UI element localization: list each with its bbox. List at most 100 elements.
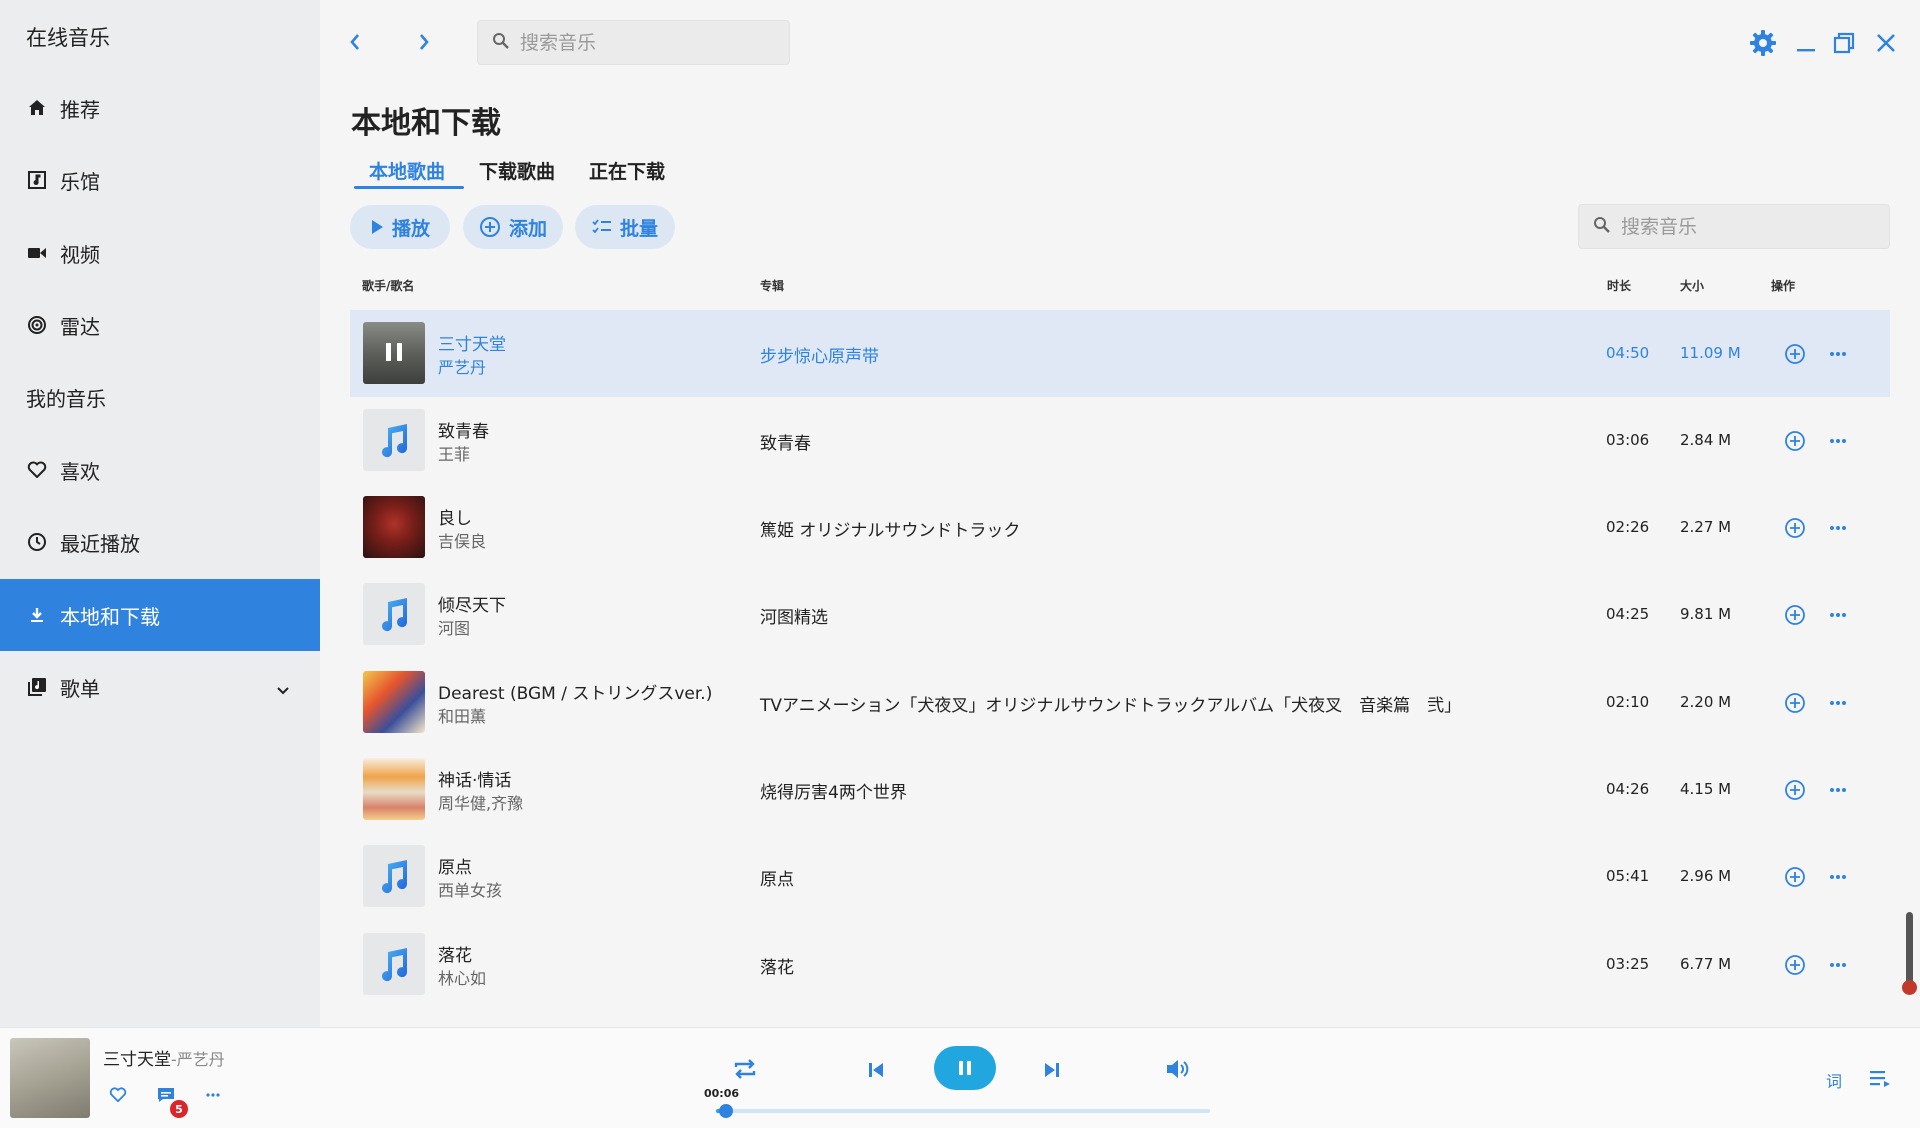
more-options-icon[interactable] bbox=[1828, 784, 1848, 796]
close-icon[interactable] bbox=[1871, 28, 1901, 58]
song-album[interactable]: 落花 bbox=[760, 953, 794, 978]
tab-downloaded-songs[interactable]: 下载歌曲 bbox=[479, 157, 555, 184]
song-artist[interactable]: 西单女孩 bbox=[438, 877, 502, 901]
song-title[interactable]: 三寸天堂 bbox=[438, 330, 506, 355]
more-options-icon[interactable] bbox=[1828, 959, 1848, 971]
song-artist[interactable]: 林心如 bbox=[438, 965, 486, 989]
repeat-icon[interactable] bbox=[730, 1056, 760, 1082]
table-row[interactable]: 原点 西单女孩 原点 05:41 2.96 M bbox=[350, 833, 1890, 920]
song-size: 2.84 M bbox=[1680, 431, 1732, 449]
song-title[interactable]: 致青春 bbox=[438, 417, 489, 442]
table-row[interactable]: 良し 吉俣良 篤姫 オリジナルサウンドトラック 02:26 2.27 M bbox=[350, 484, 1890, 571]
sidebar-item-recommend[interactable]: 推荐 bbox=[0, 72, 320, 144]
add-to-playlist-icon[interactable] bbox=[1784, 692, 1806, 714]
pause-button[interactable] bbox=[934, 1046, 996, 1090]
sidebar-item-local-downloads[interactable]: 本地和下载 bbox=[0, 579, 320, 651]
sidebar-item-playlists[interactable]: 歌单 bbox=[0, 651, 320, 723]
now-playing-text[interactable]: 三寸天堂-严艺丹 bbox=[103, 1045, 225, 1070]
settings-gear-icon[interactable] bbox=[1748, 28, 1778, 58]
play-all-label: 播放 bbox=[391, 217, 430, 240]
scrollbar-knob[interactable] bbox=[1902, 980, 1917, 995]
more-options-icon[interactable] bbox=[1828, 697, 1848, 709]
song-album[interactable]: 致青春 bbox=[760, 429, 811, 454]
table-row[interactable]: 倾尽天下 河图 河图精选 04:25 9.81 M bbox=[350, 571, 1890, 658]
song-duration: 03:25 bbox=[1606, 955, 1650, 973]
volume-icon[interactable] bbox=[1164, 1056, 1192, 1082]
pause-overlay-icon[interactable] bbox=[363, 322, 425, 384]
video-camera-icon bbox=[26, 242, 48, 264]
now-playing-cover[interactable] bbox=[10, 1038, 90, 1118]
more-options-icon[interactable] bbox=[1828, 348, 1848, 360]
table-row[interactable]: 神话·情话 周华健,齐豫 烧得厉害4两个世界 04:26 4.15 M bbox=[350, 746, 1890, 833]
table-row[interactable]: 致青春 王菲 致青春 03:06 2.84 M bbox=[350, 397, 1890, 484]
song-title[interactable]: 神话·情话 bbox=[438, 766, 511, 791]
more-options-icon[interactable] bbox=[1828, 435, 1848, 447]
song-album[interactable]: 河图精选 bbox=[760, 603, 828, 628]
tab-local-songs[interactable]: 本地歌曲 bbox=[369, 157, 445, 184]
batch-button[interactable]: 批量 bbox=[575, 205, 675, 249]
add-button[interactable]: 添加 bbox=[463, 205, 563, 249]
song-title[interactable]: 落花 bbox=[438, 941, 472, 966]
restore-window-icon[interactable] bbox=[1829, 28, 1859, 58]
more-options-icon[interactable] bbox=[1828, 522, 1848, 534]
more-options-icon[interactable] bbox=[1828, 609, 1848, 621]
add-to-playlist-icon[interactable] bbox=[1784, 517, 1806, 539]
song-duration: 05:41 bbox=[1606, 867, 1650, 885]
add-to-playlist-icon[interactable] bbox=[1784, 343, 1806, 365]
song-album[interactable]: TVアニメーション「犬夜叉」オリジナルサウンドトラックアルバム「犬夜叉 音楽篇 … bbox=[760, 691, 1461, 716]
app-brand: 在线音乐 bbox=[26, 26, 110, 50]
sidebar-item-radar[interactable]: 雷达 bbox=[0, 289, 320, 361]
song-artist[interactable]: 王菲 bbox=[438, 441, 470, 465]
sidebar-item-music-hall[interactable]: 乐馆 bbox=[0, 144, 320, 216]
add-to-playlist-icon[interactable] bbox=[1784, 430, 1806, 452]
song-title[interactable]: 良し bbox=[438, 504, 472, 529]
table-search-box[interactable] bbox=[1578, 204, 1890, 249]
checklist-icon bbox=[592, 219, 612, 235]
sidebar-item-favorites[interactable]: 喜欢 bbox=[0, 434, 320, 506]
playlist-queue-icon[interactable] bbox=[1868, 1066, 1892, 1090]
add-to-playlist-icon[interactable] bbox=[1784, 779, 1806, 801]
song-title[interactable]: 原点 bbox=[438, 853, 472, 878]
song-album[interactable]: 篤姫 オリジナルサウンドトラック bbox=[760, 516, 1020, 541]
progress-handle[interactable] bbox=[718, 1104, 733, 1118]
song-artist[interactable]: 河图 bbox=[438, 615, 470, 639]
progress-bar[interactable] bbox=[716, 1104, 1210, 1118]
sidebar-item-video[interactable]: 视频 bbox=[0, 217, 320, 289]
forward-arrow-icon[interactable] bbox=[410, 28, 438, 56]
song-artist[interactable]: 周华健,齐豫 bbox=[438, 790, 523, 814]
table-row[interactable]: Dearest (BGM / ストリングスver.) 和田薫 TVアニメーション… bbox=[350, 659, 1890, 746]
play-all-button[interactable]: 播放 bbox=[350, 205, 450, 249]
add-to-playlist-icon[interactable] bbox=[1784, 604, 1806, 626]
top-search-input[interactable] bbox=[520, 31, 760, 54]
next-track-icon[interactable] bbox=[1040, 1058, 1064, 1082]
table-row[interactable]: 三寸天堂 严艺丹 步步惊心原声带 04:50 11.09 M bbox=[350, 310, 1890, 397]
song-artist[interactable]: 和田薫 bbox=[438, 703, 486, 727]
song-artist[interactable]: 严艺丹 bbox=[438, 354, 486, 378]
column-header-actions: 操作 bbox=[1771, 279, 1796, 293]
minimize-icon[interactable] bbox=[1791, 28, 1821, 58]
back-arrow-icon[interactable] bbox=[341, 28, 369, 56]
song-album[interactable]: 步步惊心原声带 bbox=[760, 342, 879, 367]
more-options-icon[interactable] bbox=[202, 1084, 224, 1106]
top-search-box[interactable] bbox=[477, 20, 790, 65]
previous-track-icon[interactable] bbox=[864, 1058, 888, 1082]
lyrics-button[interactable]: 词 bbox=[1826, 1068, 1842, 1092]
table-row[interactable]: 落花 林心如 落花 03:25 6.77 M bbox=[350, 921, 1890, 1008]
song-title[interactable]: 倾尽天下 bbox=[438, 591, 506, 616]
song-album[interactable]: 原点 bbox=[760, 865, 794, 890]
more-options-icon[interactable] bbox=[1828, 871, 1848, 883]
add-to-playlist-icon[interactable] bbox=[1784, 866, 1806, 888]
tab-downloading[interactable]: 正在下载 bbox=[589, 157, 665, 184]
table-search-input[interactable] bbox=[1621, 215, 1861, 238]
column-header-size: 大小 bbox=[1680, 279, 1705, 293]
column-header-song: 歌手/歌名 bbox=[362, 279, 415, 293]
album-cover bbox=[363, 671, 425, 733]
song-artist[interactable]: 吉俣良 bbox=[438, 528, 486, 552]
song-album[interactable]: 烧得厉害4两个世界 bbox=[760, 778, 907, 803]
song-title[interactable]: Dearest (BGM / ストリングスver.) bbox=[438, 679, 712, 704]
add-to-playlist-icon[interactable] bbox=[1784, 954, 1806, 976]
like-heart-icon[interactable] bbox=[107, 1084, 129, 1106]
chevron-down-icon[interactable] bbox=[276, 677, 290, 701]
song-duration: 03:06 bbox=[1606, 431, 1650, 449]
sidebar-item-recent[interactable]: 最近播放 bbox=[0, 506, 320, 578]
